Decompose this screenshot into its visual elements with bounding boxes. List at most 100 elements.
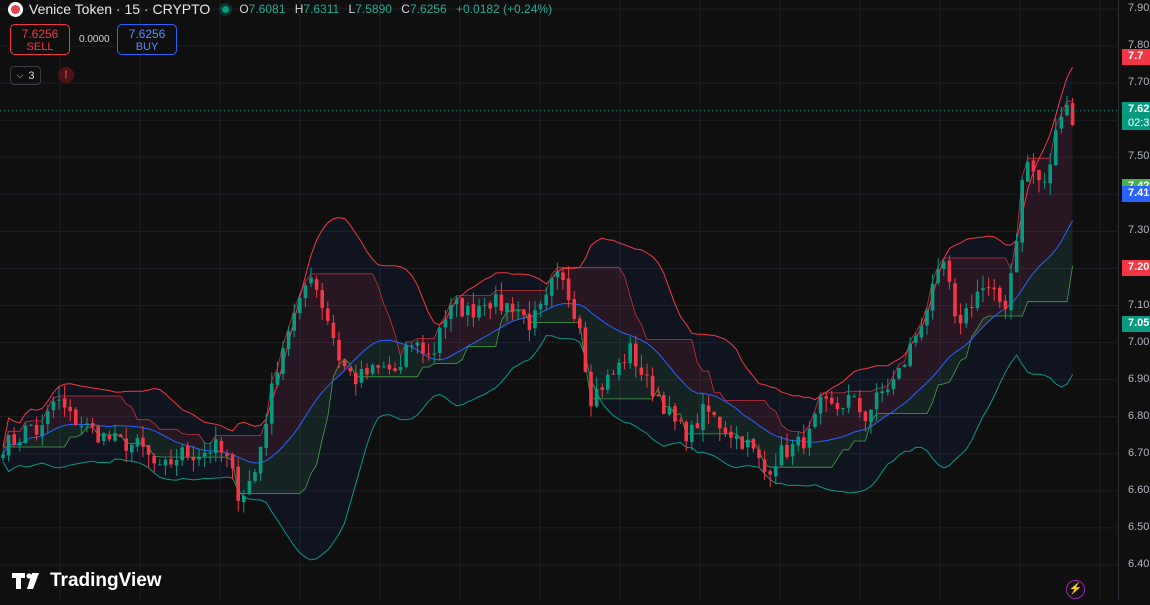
candle-body — [729, 431, 733, 438]
candle-body — [499, 294, 504, 311]
indicators-toggle-button[interactable]: ⌵ 3 — [10, 66, 41, 85]
candle-body — [930, 283, 935, 311]
candle-body — [634, 343, 638, 367]
close-label: C — [401, 2, 410, 16]
candle-body — [1026, 162, 1030, 182]
candle-body — [958, 314, 963, 324]
candle-body — [841, 408, 845, 410]
axis-marker-value: 7.20 — [1128, 261, 1150, 274]
candle-body — [460, 297, 464, 317]
candle-body — [673, 406, 677, 422]
candle-body — [90, 423, 95, 428]
candle-body — [410, 345, 414, 347]
candle-body — [645, 374, 649, 376]
axis-tick-label: 6.40 — [1128, 558, 1150, 570]
candle-body — [813, 413, 817, 427]
candle-body — [354, 372, 358, 385]
sell-price: 7.6256 — [21, 27, 59, 41]
candle-body — [102, 433, 106, 441]
candle-body — [835, 402, 840, 410]
candle-body — [505, 303, 509, 313]
candle-body — [118, 434, 123, 438]
candle-body — [191, 457, 196, 461]
axis-tick-label: 6.50 — [1128, 520, 1150, 533]
candle-body — [1009, 273, 1013, 311]
candle-body — [947, 260, 952, 282]
candle-body — [163, 459, 168, 466]
candle-body — [583, 327, 588, 372]
tradingview-logo-icon — [12, 573, 39, 589]
candle-body — [326, 308, 330, 321]
price-chart[interactable] — [0, 0, 1150, 600]
candle-body — [1054, 130, 1058, 166]
axis-marker-value: 7.7 — [1128, 50, 1144, 63]
candle-body — [488, 303, 492, 309]
candle-body — [34, 424, 39, 435]
candle-body — [398, 366, 403, 371]
axis-price-marker: 7.7 — [1122, 49, 1150, 66]
candle-body — [807, 428, 812, 448]
candle-body — [964, 308, 968, 324]
candle-body — [247, 480, 252, 495]
candle-body — [538, 303, 543, 310]
candle-body — [628, 343, 632, 364]
candle-body — [757, 449, 761, 458]
candle-body — [454, 299, 459, 305]
candle-body — [404, 345, 408, 367]
candle-body — [550, 278, 554, 296]
candle-body — [62, 398, 67, 408]
symbol-header: Venice Token · 15 · CRYPTO O7.6081 H7.63… — [8, 0, 558, 18]
sell-button[interactable]: 7.6256 SELL — [10, 24, 70, 55]
candle-body — [152, 456, 156, 464]
candle-body — [242, 495, 246, 503]
axis-tick-label: 6.80 — [1128, 409, 1150, 422]
candle-body — [762, 459, 767, 472]
buy-button[interactable]: 7.6256 BUY — [117, 24, 177, 55]
axis-price-marker: 7.41 — [1122, 186, 1150, 203]
candle-body — [85, 423, 89, 426]
axis-marker-value: 7.41 — [1128, 187, 1150, 200]
tradingview-logo[interactable]: TradingView — [12, 570, 162, 592]
candle-body — [908, 344, 912, 366]
axis-tick-label: 7.90 — [1128, 2, 1150, 14]
open-label: O — [239, 2, 249, 16]
candle-body — [57, 399, 61, 401]
candle-body — [46, 411, 50, 425]
candle-body — [662, 394, 666, 414]
candle-body — [471, 304, 476, 318]
candle-body — [684, 421, 688, 442]
candle-body — [510, 303, 515, 313]
candle-body — [998, 287, 1002, 303]
change-value: +0.0182 (+0.24%) — [456, 2, 553, 16]
candle-body — [314, 279, 319, 290]
candle-body — [426, 353, 431, 355]
candle-body — [1037, 170, 1041, 181]
warning-icon[interactable]: ! — [58, 67, 74, 83]
candle-body — [79, 426, 84, 428]
candle-body — [337, 339, 341, 361]
candle-body — [421, 342, 425, 354]
candle-body — [544, 294, 548, 305]
candle-body — [169, 459, 173, 465]
candle-body — [281, 348, 285, 374]
axis-tick-label: 7.30 — [1128, 224, 1150, 237]
candle-body — [690, 424, 694, 443]
candle-body — [981, 288, 985, 291]
candle-body — [1, 454, 5, 459]
symbol-title[interactable]: Venice Token · 15 · CRYPTO — [29, 1, 210, 17]
candle-body — [51, 401, 56, 411]
candle-body — [6, 435, 11, 456]
candle-body — [667, 406, 672, 415]
chart-canvas[interactable] — [0, 0, 1150, 600]
candle-body — [258, 446, 263, 474]
candle-body — [852, 396, 856, 398]
candle-body — [533, 310, 537, 329]
candle-body — [482, 304, 487, 306]
candle-body — [863, 411, 868, 422]
candle-body — [594, 388, 599, 407]
candle-body — [740, 436, 744, 449]
lightning-icon[interactable]: ⚡ — [1066, 580, 1085, 599]
candle-body — [942, 261, 946, 269]
candle-body — [824, 396, 828, 399]
candle-body — [880, 391, 884, 394]
